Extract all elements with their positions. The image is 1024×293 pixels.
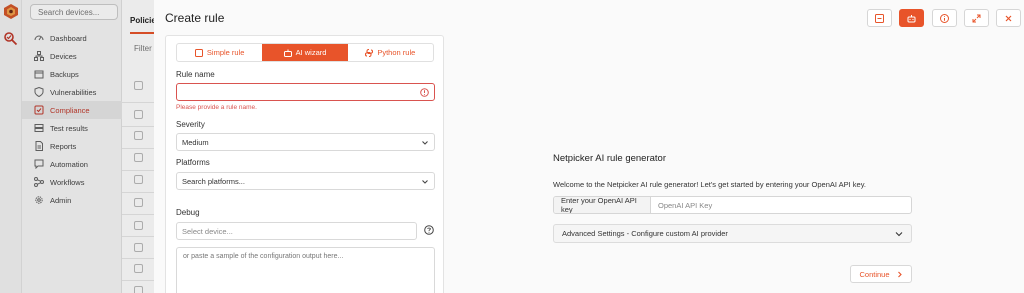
debug-device-placeholder: Select device... bbox=[182, 227, 233, 236]
tab-simple-rule[interactable]: Simple rule bbox=[177, 44, 262, 61]
debug-config-textarea[interactable]: or paste a sample of the configuration o… bbox=[176, 247, 435, 293]
simple-mode-button[interactable] bbox=[867, 9, 892, 27]
generator-title: Netpicker AI rule generator bbox=[553, 153, 667, 164]
expand-icon bbox=[972, 14, 981, 22]
platforms-label: Platforms bbox=[176, 158, 210, 167]
rule-type-tabs: Simple rule AI wizard Python rule bbox=[176, 43, 434, 62]
ai-mode-button[interactable] bbox=[899, 9, 924, 27]
tab-label: Simple rule bbox=[206, 48, 245, 57]
robot-icon bbox=[907, 14, 916, 22]
chevron-down-icon bbox=[422, 180, 428, 184]
error-icon bbox=[420, 88, 429, 97]
rule-name-error: Please provide a rule name. bbox=[176, 104, 257, 111]
close-button[interactable] bbox=[996, 9, 1021, 27]
severity-label: Severity bbox=[176, 120, 205, 129]
generator-welcome-text: Welcome to the Netpicker AI rule generat… bbox=[553, 180, 866, 189]
severity-value: Medium bbox=[182, 138, 209, 147]
debug-device-select[interactable]: Select device... bbox=[176, 222, 417, 240]
tab-label: AI wizard bbox=[295, 48, 327, 57]
modal-title: Create rule bbox=[165, 11, 225, 25]
tab-label: Python rule bbox=[377, 48, 416, 57]
simple-rule-icon bbox=[194, 48, 203, 57]
api-key-input[interactable]: OpenAI API Key bbox=[651, 197, 911, 213]
info-icon bbox=[940, 13, 949, 23]
continue-button[interactable]: Continue bbox=[850, 265, 912, 283]
create-rule-modal: Create rule Simple rule AI wizard Python… bbox=[154, 0, 1024, 293]
tab-ai-wizard[interactable]: AI wizard bbox=[262, 44, 348, 61]
info-button[interactable] bbox=[932, 9, 957, 27]
rule-name-label: Rule name bbox=[176, 70, 215, 79]
continue-label: Continue bbox=[859, 269, 890, 279]
api-key-field: Enter your OpenAI API key OpenAI API Key bbox=[553, 196, 912, 214]
advanced-settings-accordion[interactable]: Advanced Settings - Configure custom AI … bbox=[553, 224, 912, 243]
debug-label: Debug bbox=[176, 208, 200, 217]
advanced-settings-label: Advanced Settings - Configure custom AI … bbox=[562, 229, 728, 238]
rule-form-panel: Simple rule AI wizard Python rule Rule n… bbox=[165, 35, 444, 293]
api-key-label: Enter your OpenAI API key bbox=[554, 197, 651, 213]
chevron-down-icon bbox=[422, 141, 428, 145]
rule-name-input[interactable] bbox=[176, 83, 435, 101]
help-icon[interactable] bbox=[424, 225, 434, 235]
platforms-placeholder: Search platforms... bbox=[182, 177, 245, 186]
tab-python-rule[interactable]: Python rule bbox=[348, 44, 433, 61]
modal-backdrop[interactable] bbox=[0, 0, 154, 293]
chevron-down-icon bbox=[895, 232, 903, 237]
robot-icon bbox=[283, 49, 292, 57]
platforms-select[interactable]: Search platforms... bbox=[176, 172, 435, 190]
severity-select[interactable]: Medium bbox=[176, 133, 435, 151]
python-icon bbox=[365, 48, 374, 57]
expand-button[interactable] bbox=[964, 9, 989, 27]
chevron-right-icon bbox=[897, 271, 902, 277]
simple-rule-icon bbox=[875, 13, 884, 23]
close-icon bbox=[1005, 15, 1012, 21]
